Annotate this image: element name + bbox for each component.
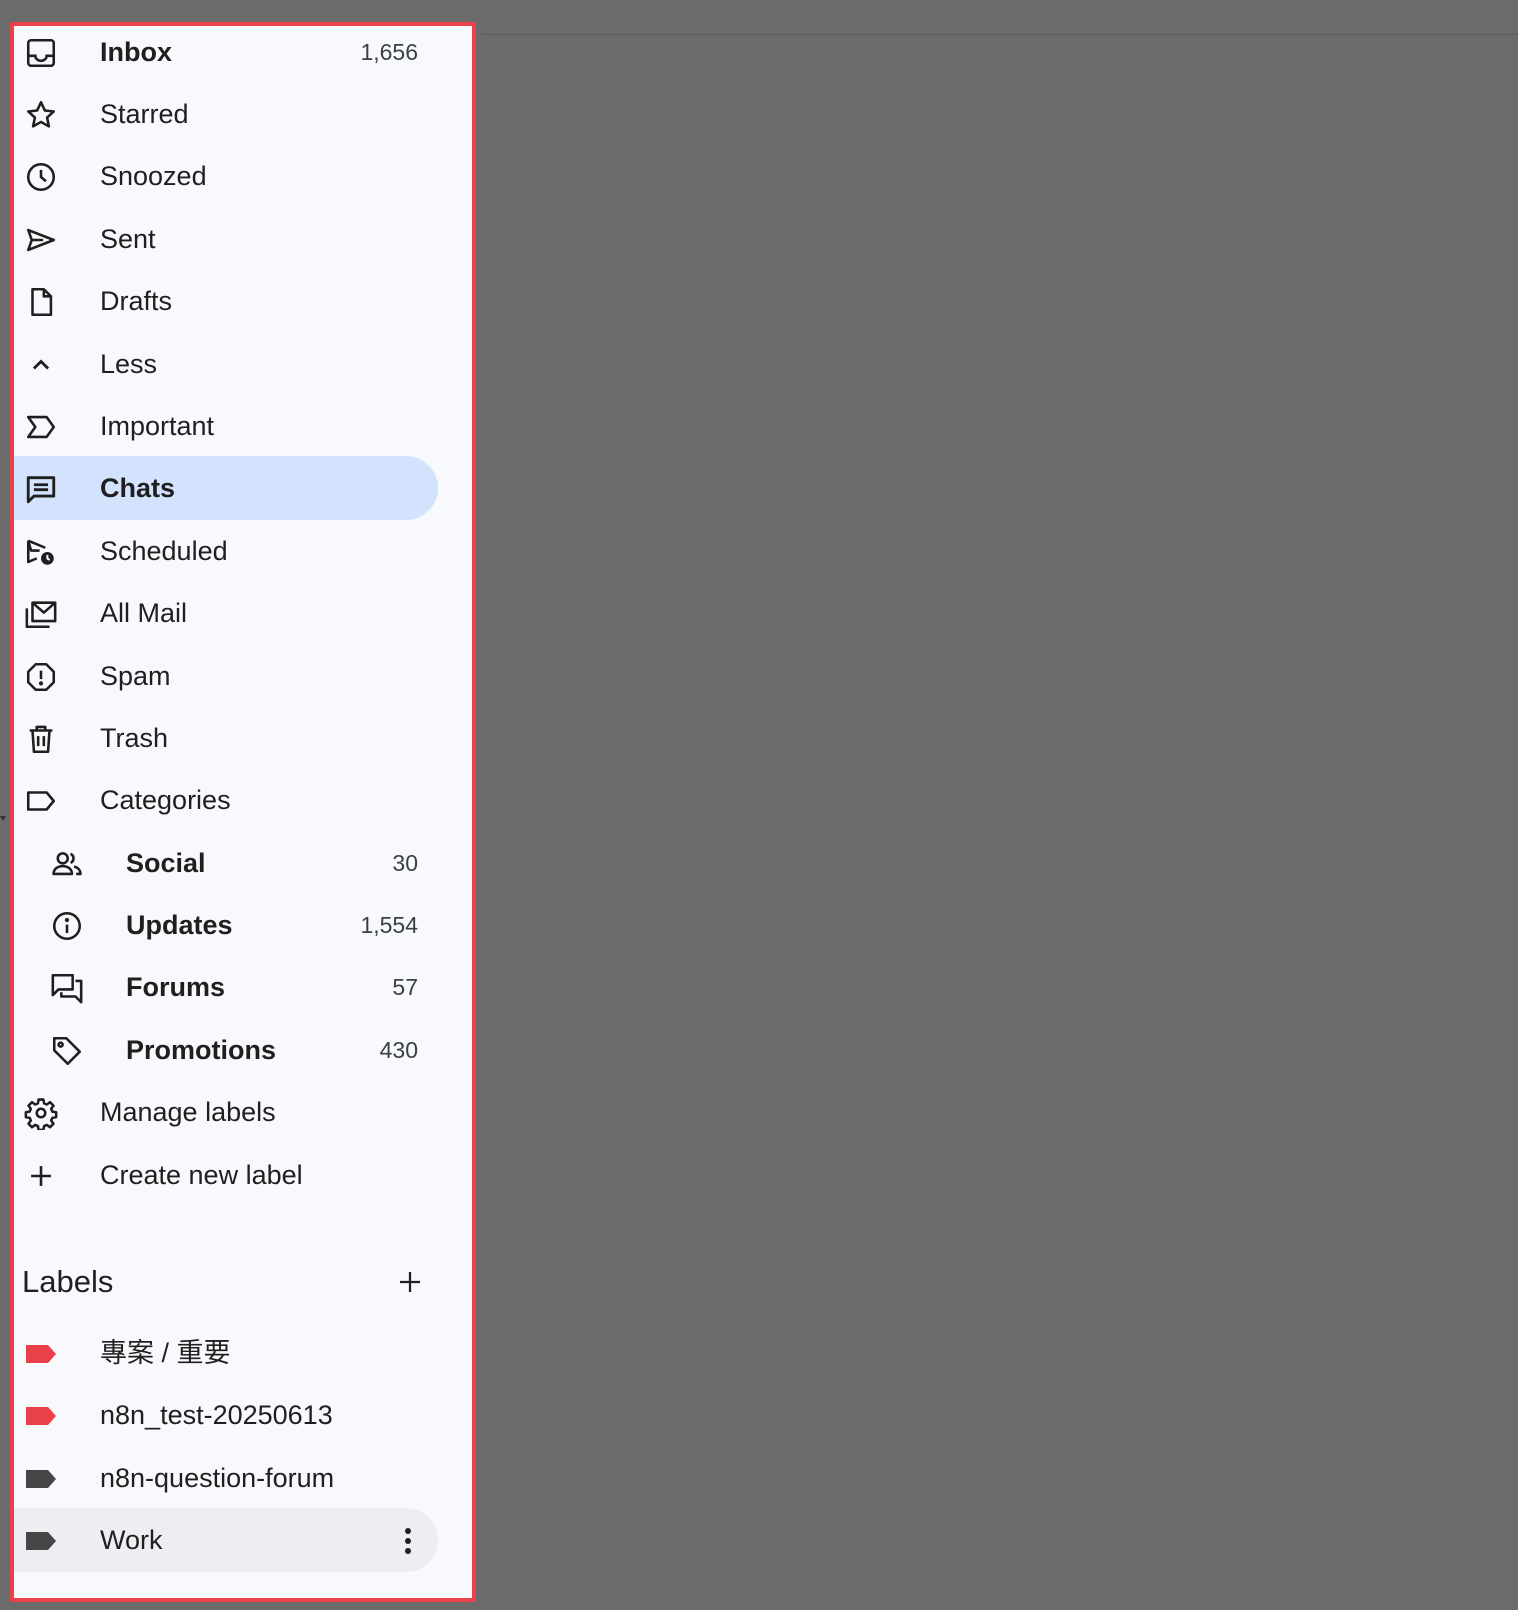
category-label: Social — [126, 848, 206, 878]
category-promotions[interactable]: Promotions 430 — [14, 1018, 454, 1082]
labels-heading: Labels — [22, 1264, 114, 1299]
mail-navigation-panel: Inbox 1,656 Starred Snoozed Sent Drafts … — [10, 22, 476, 1602]
nav-item-label: Starred — [100, 99, 189, 129]
label-outline-icon — [24, 784, 58, 818]
label-color-icon — [24, 1462, 58, 1496]
nav-item-label: Snoozed — [100, 161, 207, 191]
action-label: Create new label — [100, 1160, 303, 1190]
nav-item-drafts[interactable]: Drafts — [14, 269, 454, 333]
label-color-icon — [24, 1337, 58, 1371]
info-icon — [50, 909, 84, 943]
label-item-work[interactable]: Work — [14, 1508, 438, 1572]
people-icon — [50, 847, 84, 881]
nav-item-label: Inbox — [100, 37, 172, 67]
nav-item-label: All Mail — [100, 598, 188, 628]
important-icon — [24, 410, 58, 444]
unread-count: 430 — [379, 1037, 418, 1063]
send-icon — [24, 223, 58, 257]
nav-item-spam[interactable]: Spam — [14, 644, 454, 708]
nav-item-label: Scheduled — [100, 536, 228, 566]
all-mail-icon — [24, 597, 58, 631]
nav-item-label: Important — [100, 411, 215, 441]
category-label: Promotions — [126, 1035, 277, 1065]
nav-item-label: Sent — [100, 224, 156, 254]
inbox-icon — [24, 36, 58, 70]
unread-count: 1,656 — [360, 39, 418, 65]
chevron-up-icon — [24, 348, 58, 382]
category-label: Forums — [126, 972, 226, 1002]
nav-item-starred[interactable]: Starred — [14, 82, 454, 146]
nav-item-label: Chats — [100, 473, 176, 503]
category-social[interactable]: Social 30 — [14, 831, 454, 895]
spam-icon — [24, 660, 58, 694]
nav-item-label: Spam — [100, 661, 171, 691]
nav-item-categories[interactable]: Categories — [14, 768, 454, 832]
label-item-name: n8n_test-20250613 — [100, 1400, 333, 1430]
nav-item-label: Drafts — [100, 286, 173, 316]
nav-item-snoozed[interactable]: Snoozed — [14, 144, 454, 208]
manage-labels-link[interactable]: Manage labels — [14, 1080, 454, 1144]
nav-item-label: Trash — [100, 723, 169, 753]
clock-icon — [24, 160, 58, 194]
nav-item-chats[interactable]: Chats — [14, 456, 438, 520]
star-icon — [24, 98, 58, 132]
label-item-name: n8n-question-forum — [100, 1463, 335, 1493]
category-updates[interactable]: Updates 1,554 — [14, 893, 454, 957]
tag-icon — [50, 1034, 84, 1068]
action-label: Manage labels — [100, 1097, 276, 1127]
nav-item-less[interactable]: Less — [14, 332, 454, 396]
category-forums[interactable]: Forums 57 — [14, 955, 454, 1019]
nav-item-all-mail[interactable]: All Mail — [14, 581, 454, 645]
unread-count: 30 — [392, 850, 418, 876]
draft-icon — [24, 285, 58, 319]
add-label-button[interactable] — [390, 1262, 430, 1302]
collapse-arrow-icon — [0, 816, 6, 821]
create-new-label-link[interactable]: Create new label — [14, 1143, 454, 1207]
plus-icon — [400, 1272, 420, 1292]
unread-count: 1,554 — [360, 912, 418, 938]
nav-item-sent[interactable]: Sent — [14, 207, 454, 271]
top-divider — [481, 34, 1518, 35]
nav-item-label: Less — [100, 349, 158, 379]
unread-count: 57 — [392, 974, 418, 1000]
trash-icon — [24, 722, 58, 756]
nav-item-important[interactable]: Important — [14, 394, 454, 458]
forum-icon — [50, 971, 84, 1005]
nav-item-inbox[interactable]: Inbox 1,656 — [14, 26, 454, 84]
nav-item-trash[interactable]: Trash — [14, 706, 454, 770]
label-item-project-important[interactable]: 專案 / 重要 — [14, 1321, 454, 1385]
nav-item-label: Categories — [100, 785, 231, 815]
category-label: Updates — [126, 910, 233, 940]
scheduled-send-icon — [24, 535, 58, 569]
label-color-icon — [24, 1399, 58, 1433]
gear-icon — [24, 1096, 58, 1130]
label-color-icon — [24, 1524, 58, 1558]
chat-icon — [24, 472, 58, 506]
nav-item-scheduled[interactable]: Scheduled — [14, 519, 454, 583]
plus-icon — [24, 1159, 58, 1193]
label-item-name: Work — [100, 1525, 163, 1555]
label-item-name: 專案 / 重要 — [100, 1338, 231, 1368]
more-vert-icon[interactable] — [396, 1524, 420, 1558]
label-item-n8n-test[interactable]: n8n_test-20250613 — [14, 1383, 454, 1447]
label-item-n8n-question-forum[interactable]: n8n-question-forum — [14, 1446, 454, 1510]
